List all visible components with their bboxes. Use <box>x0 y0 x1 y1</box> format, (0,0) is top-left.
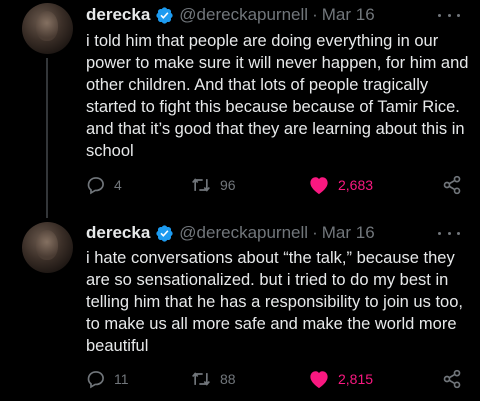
tweet-header: derecka @dereckapurnell · Mar 16 <box>86 222 375 244</box>
avatar[interactable] <box>22 3 73 54</box>
tweet-actions: 4 96 2,683 <box>0 174 480 196</box>
like-count: 2,815 <box>338 371 374 387</box>
handle[interactable]: @dereckapurnell <box>179 5 308 25</box>
retweet-button[interactable]: 96 <box>190 174 236 196</box>
like-count: 2,683 <box>338 177 374 193</box>
separator: · <box>312 5 318 24</box>
tweet[interactable]: derecka @dereckapurnell · Mar 16 i told … <box>0 0 480 218</box>
timestamp[interactable]: Mar 16 <box>322 223 375 243</box>
tweet-header: derecka @dereckapurnell · Mar 16 <box>86 4 375 26</box>
tweet-actions: 11 88 2,815 <box>0 368 480 390</box>
reply-icon <box>86 175 106 195</box>
timestamp[interactable]: Mar 16 <box>322 5 375 25</box>
retweet-icon <box>190 175 212 195</box>
separator: · <box>312 223 318 242</box>
verified-badge-icon <box>155 6 174 25</box>
tweet-text: i told him that people are doing everyth… <box>86 32 469 160</box>
reply-count: 11 <box>114 371 129 387</box>
reply-button[interactable]: 4 <box>86 174 122 196</box>
retweet-icon <box>190 369 212 389</box>
like-button[interactable]: 2,815 <box>308 368 373 390</box>
like-heart-icon <box>308 369 330 389</box>
like-button[interactable]: 2,683 <box>308 174 373 196</box>
handle[interactable]: @dereckapurnell <box>179 223 308 243</box>
display-name[interactable]: derecka <box>86 5 150 25</box>
retweet-count: 96 <box>220 177 236 193</box>
share-button[interactable] <box>442 174 462 196</box>
more-icon[interactable] <box>438 8 460 22</box>
share-button[interactable] <box>442 368 462 390</box>
reply-count: 4 <box>114 177 122 193</box>
retweet-button[interactable]: 88 <box>190 368 236 390</box>
share-icon <box>442 369 462 389</box>
reply-icon <box>86 369 106 389</box>
tweet[interactable]: derecka @dereckapurnell · Mar 16 i hate … <box>0 210 480 401</box>
verified-badge-icon <box>155 224 174 243</box>
avatar[interactable] <box>22 222 73 273</box>
display-name[interactable]: derecka <box>86 223 150 243</box>
tweet-text: i hate conversations about “the talk,” b… <box>86 249 463 355</box>
share-icon <box>442 175 462 195</box>
like-heart-icon <box>308 175 330 195</box>
reply-button[interactable]: 11 <box>86 368 129 390</box>
retweet-count: 88 <box>220 371 236 387</box>
more-icon[interactable] <box>438 226 460 240</box>
